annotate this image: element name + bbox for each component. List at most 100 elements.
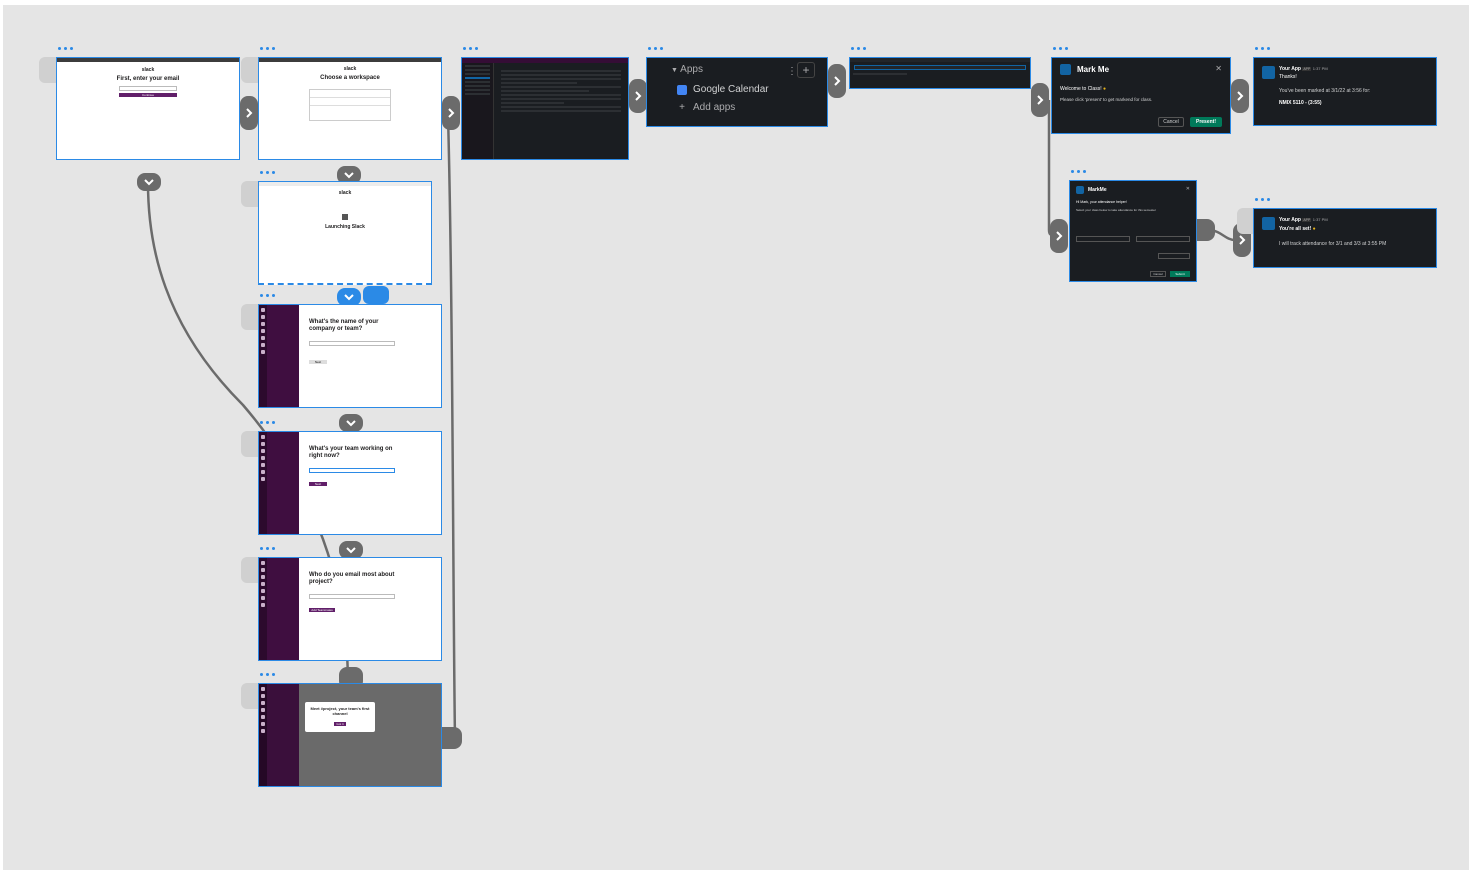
flow-connector[interactable]: [240, 96, 258, 130]
cancel-button[interactable]: Cancel: [1150, 271, 1166, 277]
app-icon: [1076, 186, 1084, 194]
form-instruction: Select your class below to take attendan…: [1076, 208, 1156, 212]
frame-slack-workspace[interactable]: [461, 57, 629, 160]
slack-logo: slack: [141, 67, 155, 73]
flow-connector[interactable]: [442, 96, 460, 130]
cancel-button[interactable]: Cancel: [1158, 117, 1184, 127]
workspace-item[interactable]: [310, 98, 390, 106]
icon-rail: [259, 432, 267, 534]
submit-button[interactable]: Submit: [1170, 271, 1190, 277]
header-bar: [850, 58, 1030, 62]
flow-connector-end[interactable]: [442, 727, 462, 749]
modal-body: Please click 'present' to get markend fo…: [1060, 97, 1153, 102]
flow-connector[interactable]: [1050, 219, 1068, 253]
close-icon[interactable]: ✕: [1215, 64, 1222, 73]
frame-menu-dots[interactable]: [260, 47, 275, 50]
frame-menu-dots[interactable]: [260, 547, 275, 550]
frame-menu-dots[interactable]: [1255, 198, 1270, 201]
workspace-item[interactable]: [310, 106, 390, 114]
next-button[interactable]: Next: [309, 482, 327, 486]
sunglasses-emoji-icon: ●: [1312, 226, 1316, 232]
app-badge: APP: [1302, 218, 1312, 222]
time-select[interactable]: [1158, 253, 1190, 259]
flow-connector[interactable]: [828, 64, 846, 98]
app-item-google-calendar[interactable]: Google Calendar: [677, 84, 769, 95]
teammate-email-input[interactable]: [309, 594, 395, 599]
welcome-text: Welcome to Class! ●: [1060, 86, 1107, 92]
workspace-list[interactable]: [309, 89, 391, 121]
start-date-picker[interactable]: [1076, 236, 1130, 242]
popup-title: Meet #project, your team's first channel: [310, 706, 370, 716]
end-date-picker[interactable]: [1136, 236, 1190, 242]
search-field[interactable]: [854, 65, 1026, 70]
frame-menu-dots[interactable]: [260, 673, 275, 676]
frame-menu-dots[interactable]: [1255, 47, 1270, 50]
frame-menu-dots[interactable]: [463, 47, 478, 50]
flow-connector[interactable]: [629, 79, 647, 113]
channel-sidebar: [462, 63, 494, 159]
flow-connector-start[interactable]: [1197, 219, 1215, 241]
icon-rail: [259, 684, 267, 786]
slack-app-icon: [342, 214, 348, 220]
app-avatar-icon: [1262, 66, 1275, 79]
project-input[interactable]: [309, 468, 395, 473]
message-area: [498, 68, 624, 114]
frame-company-name[interactable]: What's the name of your company or team?…: [258, 304, 442, 408]
frame-menu-dots[interactable]: [260, 421, 275, 424]
track-line: I will track attendance for 3/1 and 3/3 …: [1279, 241, 1387, 247]
modal-title: Mark Me: [1077, 65, 1110, 74]
company-input[interactable]: [309, 341, 395, 346]
close-icon[interactable]: ✕: [1186, 186, 1190, 192]
frame-team-working[interactable]: What's your team working on right now? N…: [258, 431, 442, 535]
frame-markme-modal[interactable]: Mark Me ✕ Welcome to Class! ● Please cli…: [1051, 57, 1231, 134]
frame-menu-dots[interactable]: [260, 294, 275, 297]
frame-thanks-message[interactable]: Your App APP 1:37 PM Thanks! You've been…: [1253, 57, 1437, 126]
next-button[interactable]: Next: [309, 360, 327, 364]
apps-section-header[interactable]: ▼ Apps: [671, 64, 703, 75]
app-item-label: Google Calendar: [693, 84, 769, 95]
frame-choose-workspace[interactable]: slack Choose a workspace: [258, 57, 442, 160]
workspace-item[interactable]: [310, 90, 390, 98]
frame-apps-section[interactable]: ▼ Apps ⋮ + Google Calendar + Add apps: [646, 57, 828, 127]
frame-enter-email[interactable]: slack First, enter your email Continue: [56, 57, 240, 160]
form-title: MarkMe: [1088, 187, 1107, 193]
flow-connector[interactable]: [339, 414, 363, 432]
frame-markme-form[interactable]: MarkMe ✕ Hi Mark, your attendance helper…: [1069, 180, 1197, 282]
form-greeting: Hi Mark, your attendance helper!: [1076, 200, 1127, 204]
plus-icon[interactable]: +: [797, 62, 815, 78]
prototype-canvas: slack First, enter your email Continue s…: [3, 5, 1469, 870]
frame-menu-dots[interactable]: [260, 171, 275, 174]
flow-connector[interactable]: [1231, 79, 1249, 113]
frame-menu-dots[interactable]: [1071, 170, 1086, 173]
frame-all-set-message[interactable]: Your App APP 1:37 PM You're all set! ● I…: [1253, 208, 1437, 268]
continue-button[interactable]: Continue: [119, 93, 177, 97]
flow-connector[interactable]: [137, 173, 161, 191]
frame-menu-dots[interactable]: [851, 47, 866, 50]
frame-menu-dots[interactable]: [1053, 47, 1068, 50]
apps-label: Apps: [680, 64, 703, 75]
emailmost-title: Who do you email most about project?: [309, 572, 395, 585]
add-apps-item[interactable]: + Add apps: [677, 102, 735, 113]
add-icon: +: [679, 101, 685, 113]
all-set-line: You're all set! ●: [1279, 226, 1316, 232]
got-it-button[interactable]: Got it: [334, 722, 346, 726]
onboarding-popup[interactable]: Meet #project, your team's first channel…: [305, 702, 375, 732]
workspace-title: Choose a workspace: [320, 75, 380, 81]
connector-handle[interactable]: [363, 286, 389, 304]
app-avatar-icon: [1262, 217, 1275, 230]
frame-app-search[interactable]: [849, 57, 1031, 89]
frame-menu-dots[interactable]: [58, 47, 73, 50]
kebab-icon[interactable]: ⋮: [787, 66, 797, 77]
frame-menu-dots[interactable]: [648, 47, 663, 50]
thanks-line: Thanks!: [1279, 74, 1297, 80]
frame-email-most[interactable]: Who do you email most about project? Add…: [258, 557, 442, 661]
email-input[interactable]: [119, 86, 177, 91]
browser-bar: [57, 58, 239, 62]
flow-connector[interactable]: [1031, 83, 1049, 117]
frame-launching-slack[interactable]: slack Launching Slack: [258, 181, 432, 285]
present-button[interactable]: Present!: [1190, 117, 1222, 127]
frame-meet-channel[interactable]: Meet #project, your team's first channel…: [258, 683, 442, 787]
launching-title: Launching Slack: [325, 224, 365, 230]
add-teammates-button[interactable]: Add Teammates: [309, 608, 335, 612]
slack-logo: slack: [343, 66, 357, 72]
